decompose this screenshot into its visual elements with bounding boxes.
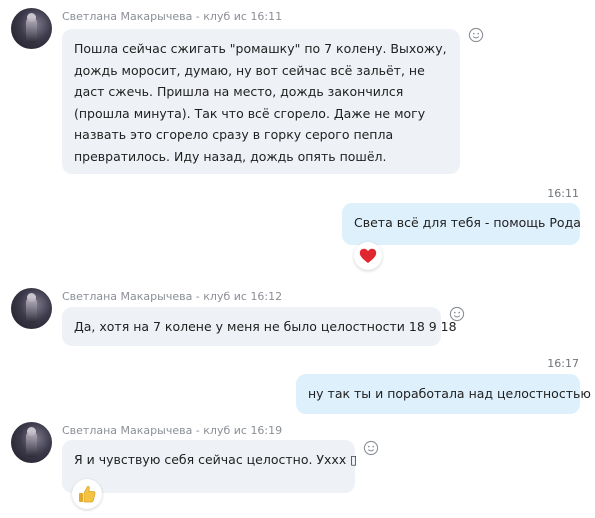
message-time: 16:12 bbox=[250, 290, 283, 303]
message-text: Я и чувствую себя сейчас целостно. Уххх … bbox=[74, 452, 358, 467]
avatar[interactable] bbox=[11, 422, 52, 463]
outgoing-message-bubble[interactable]: Света всё для тебя - помощь Рода bbox=[342, 203, 581, 245]
add-reaction-smiley-icon[interactable] bbox=[468, 27, 484, 43]
avatar[interactable] bbox=[11, 288, 52, 329]
message-time: 16:11 bbox=[250, 10, 283, 23]
message-text: ну так ты и поработала над целостностью bbox=[308, 386, 591, 401]
message-meta: Светлана Макарычева - клуб ис 16:19 bbox=[62, 424, 282, 437]
sender-name: Светлана Макарычева - клуб ис bbox=[62, 424, 247, 437]
sender-name: Светлана Макарычева - клуб ис bbox=[62, 290, 247, 303]
message-time: 16:19 bbox=[250, 424, 283, 437]
message-time: 16:11 bbox=[547, 187, 579, 200]
reaction-badge[interactable] bbox=[72, 479, 102, 509]
reaction-badge[interactable] bbox=[354, 242, 382, 270]
sender-name: Светлана Макарычева - клуб ис bbox=[62, 10, 247, 23]
outgoing-message-bubble[interactable]: ну так ты и поработала над целостностью bbox=[296, 374, 591, 414]
message-text: Да, хотя на 7 колене у меня не было цело… bbox=[74, 319, 457, 334]
message-time: 16:17 bbox=[547, 357, 579, 370]
message-text: Пошла сейчас сжигать "ромашку" по 7 коле… bbox=[74, 41, 447, 164]
heart-icon bbox=[359, 248, 377, 263]
message-meta: Светлана Макарычева - клуб ис 16:11 bbox=[62, 10, 282, 23]
incoming-message-bubble[interactable]: Я и чувствую себя сейчас целостно. Уххх … bbox=[62, 440, 358, 493]
incoming-message-bubble[interactable]: Пошла сейчас сжигать "ромашку" по 7 коле… bbox=[62, 29, 460, 174]
thumbs-up-icon bbox=[79, 486, 96, 503]
incoming-message-bubble[interactable]: Да, хотя на 7 колене у меня не было цело… bbox=[62, 307, 457, 346]
avatar[interactable] bbox=[11, 8, 52, 49]
message-meta: Светлана Макарычева - клуб ис 16:12 bbox=[62, 290, 282, 303]
add-reaction-smiley-icon[interactable] bbox=[449, 306, 465, 322]
add-reaction-smiley-icon[interactable] bbox=[363, 440, 379, 456]
message-text: Света всё для тебя - помощь Рода bbox=[354, 215, 581, 230]
